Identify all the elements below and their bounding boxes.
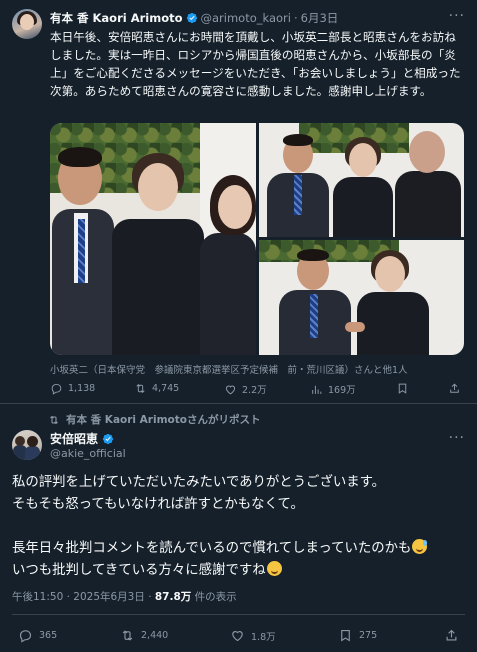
bookmark-count: 275	[359, 630, 378, 641]
avatar-akie[interactable]	[12, 430, 42, 460]
like-icon	[225, 385, 236, 394]
tie	[294, 175, 302, 215]
views-button[interactable]: 169万	[310, 382, 356, 396]
photo-1[interactable]	[50, 123, 256, 355]
like-count: 1.8万	[251, 631, 276, 643]
person-head	[349, 143, 377, 177]
tie	[310, 294, 318, 338]
more-icon[interactable]: ···	[449, 430, 465, 446]
like-icon	[232, 631, 243, 642]
reply-button[interactable]: 1,138	[50, 382, 95, 395]
person-hair	[283, 134, 313, 146]
tweet-meta: 午後11:50 · 2025年6月3日 · 87.8万 件の表示	[12, 589, 237, 604]
bookmark-button[interactable]	[396, 382, 409, 395]
avatar-arimoto[interactable]	[12, 9, 42, 39]
person-dress	[333, 177, 393, 237]
views-count: 169万	[328, 385, 356, 396]
repost-count: 2,440	[141, 630, 169, 641]
person-hair	[297, 249, 329, 261]
photo-grid[interactable]	[50, 123, 464, 355]
person-hair	[58, 147, 102, 167]
share-icon	[450, 383, 459, 393]
person-head	[409, 131, 445, 173]
tweet-text: 本日午後、安倍昭恵さんにお時間を頂戴し、小坂英二部長と昭恵さんをお訪ねしました。…	[50, 30, 461, 98]
bookmark-icon	[398, 383, 407, 394]
views-count: 87.8万	[154, 591, 192, 603]
photo-2[interactable]	[259, 123, 464, 237]
person-head	[375, 256, 405, 292]
dot-separator: ·	[293, 11, 298, 25]
tweet-original[interactable]: 有本 香 Kaori Arimoto @arimoto_kaori · 6月3日…	[0, 0, 477, 404]
tweet-line-with-emoji: いつも批判してきている方々に感謝ですね	[12, 560, 467, 582]
author-handle[interactable]: @akie_official	[50, 447, 126, 460]
tweet-date[interactable]: 6月3日	[301, 10, 339, 26]
tweet-line-with-emoji: 長年日々批判コメントを読んでいるので慣れてしまっていたのかも	[12, 538, 467, 560]
bookmark-icon	[341, 629, 350, 642]
person-head	[218, 185, 252, 229]
repost-count: 4,745	[152, 383, 180, 394]
author-handle[interactable]: @arimoto_kaori	[201, 11, 291, 25]
reply-icon	[51, 383, 62, 395]
tweet1-actions: 1,138 4,745 2.2万 169万	[50, 382, 465, 398]
like-button[interactable]: 2.2万	[224, 382, 267, 396]
repost-indicator[interactable]: 有本 香 Kaori Arimotoさんがリポスト	[48, 412, 260, 427]
photo-3[interactable]	[259, 240, 464, 355]
share-icon	[446, 629, 457, 641]
repost-button[interactable]: 2,440	[120, 628, 168, 643]
photo-tag-people[interactable]: 小坂英二（日本保守党 参議院東京都選挙区予定候補 前・荒川区議）さんと他1人	[50, 362, 408, 376]
like-button[interactable]: 1.8万	[230, 628, 276, 643]
repost-icon	[122, 630, 133, 641]
bookmark-button[interactable]: 275	[338, 628, 377, 643]
author-name[interactable]: 有本 香 Kaori Arimoto	[50, 10, 183, 26]
tweet-header: 有本 香 Kaori Arimoto @arimoto_kaori · 6月3日	[50, 10, 338, 26]
handshake	[345, 322, 365, 332]
verified-badge-icon	[102, 433, 114, 444]
author-name[interactable]: 安倍昭恵	[50, 430, 98, 447]
like-count: 2.2万	[242, 385, 267, 396]
share-button[interactable]	[448, 382, 461, 395]
person-head	[138, 163, 178, 211]
tweet-line: そもそも怒ってもいなければ許すとかもなくて。	[12, 497, 304, 512]
person-dress	[112, 219, 204, 355]
reply-button[interactable]: 365	[18, 628, 57, 643]
tweet-line: いつも批判してきている方々に感謝ですね	[12, 563, 266, 578]
views-icon	[312, 385, 322, 394]
share-button[interactable]	[444, 628, 459, 643]
person-shirt	[395, 171, 461, 237]
reply-count: 365	[39, 630, 58, 641]
views-label: 件の表示	[191, 591, 237, 603]
tweet2-actions: 365 2,440 1.8万 275	[12, 628, 467, 646]
avatar-face	[20, 14, 34, 30]
tweet-line: 私の評判を上げていただいたみたいでありがとうございます。	[12, 475, 386, 490]
more-icon[interactable]: ···	[449, 8, 465, 24]
avatar-figure-head	[27, 436, 38, 447]
tweet-header: 安倍昭恵	[50, 430, 114, 447]
tweet-timestamp[interactable]: 午後11:50 · 2025年6月3日 ·	[12, 591, 155, 603]
tweet-line: 長年日々批判コメントを読んでいるので慣れてしまっていたのかも	[12, 541, 412, 556]
avatar-figure-head	[15, 436, 25, 446]
reply-icon	[19, 630, 32, 643]
tweet-text: 私の評判を上げていただいたみたいでありがとうございます。 そもそも怒ってもいなけ…	[12, 472, 467, 582]
person-jacket	[200, 233, 256, 355]
repost-icon	[136, 384, 145, 393]
repost-label: 有本 香 Kaori Arimotoさんがリポスト	[66, 414, 261, 426]
avatar-figure	[25, 446, 40, 460]
reply-count: 1,138	[68, 383, 96, 394]
person-dress	[357, 292, 429, 355]
tie	[78, 219, 85, 283]
repost-button[interactable]: 4,745	[134, 382, 179, 395]
repost-icon	[50, 415, 58, 424]
divider	[12, 614, 465, 615]
grin-emoji-icon	[266, 561, 282, 576]
verified-badge-icon	[186, 12, 197, 24]
sweat-smile-emoji-icon	[412, 539, 428, 554]
